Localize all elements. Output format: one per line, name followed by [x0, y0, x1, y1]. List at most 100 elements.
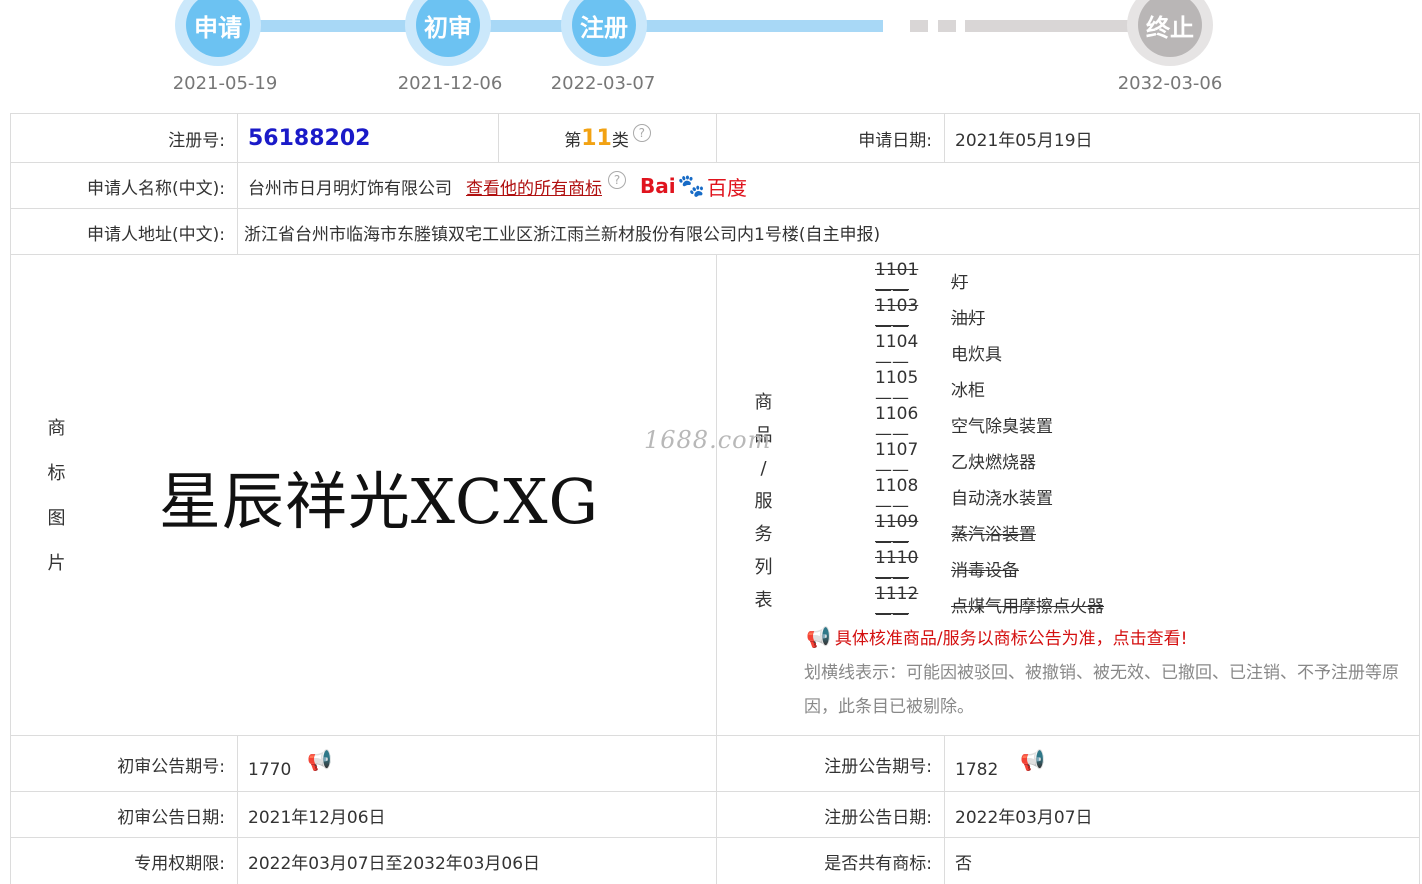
goods-code: 1104——: [875, 332, 919, 372]
prelim-date-value: 2021年12月06日: [237, 792, 716, 838]
image-label-char: 标: [47, 462, 66, 484]
megaphone-icon[interactable]: 📢: [307, 748, 332, 772]
timeline-node-label: 申请: [186, 0, 250, 57]
address-label: 申请人地址(中文):: [10, 209, 237, 255]
shared-value: 否: [944, 838, 1420, 884]
goods-code: 1103——: [875, 296, 919, 336]
list-item: 1106—— 空气除臭装置: [875, 404, 1104, 444]
strikethrough-legend: 划横线表示：可能因被驳回、被撤销、被无效、已撤回、已注销、不予注册等原因，此条目…: [804, 663, 1399, 717]
goods-name: 消毒设备: [951, 560, 1019, 581]
goods-name: 点煤气用摩擦点火器: [951, 596, 1104, 617]
prelim-no-label: 初审公告期号:: [10, 736, 237, 792]
shared-label: 是否共有商标:: [716, 838, 944, 884]
list-item: 1103—— 油灯: [875, 296, 1104, 336]
table-row: 申请人地址(中文): 浙江省台州市临海市东塍镇双宅工业区浙江雨兰新材股份有限公司…: [10, 208, 1420, 255]
prelim-date-label: 初审公告日期:: [10, 792, 237, 838]
table-row: 初审公告期号: 1770 📢 注册公告期号: 1782 📢: [10, 735, 1420, 792]
timeline-dash: [938, 20, 956, 32]
reg-no-value: 56188202: [248, 126, 371, 151]
goods-name: 蒸汽浴装置: [951, 524, 1036, 545]
table-row: 专用权期限: 2022年03月07日至2032年03月06日 是否共有商标: 否: [10, 837, 1420, 884]
goods-label-char: /: [760, 458, 767, 479]
class-number: 11: [581, 126, 612, 151]
goods-name: 乙炔燃烧器: [951, 452, 1036, 473]
goods-service-list: 1101—— 灯 1103—— 油灯 1104—— 电炊具 1105—— 冰柜 1106…: [875, 260, 1104, 624]
goods-name: 油灯: [951, 308, 985, 329]
verify-notice-text: 具体核准商品/服务以商标公告为准，点击查看!: [834, 629, 1188, 649]
goods-code: 1105——: [875, 368, 919, 408]
status-timeline: 申请 初审 注册 终止 2021-05-19 2021-12-06 2022-0…: [0, 0, 1422, 110]
list-item: 1105—— 冰柜: [875, 368, 1104, 408]
goods-code: 1110——: [875, 548, 919, 588]
goods-name: 冰柜: [951, 380, 985, 401]
goods-label-char: 务: [754, 524, 773, 545]
goods-code: 1109——: [875, 512, 919, 552]
reg-pub-no-cell: 1782 📢: [944, 736, 1420, 792]
image-label: 商 标 图 片: [10, 255, 102, 736]
goods-label-char: 商: [754, 392, 773, 413]
image-label-char: 片: [47, 552, 66, 574]
list-item: 1112—— 点煤气用摩擦点火器: [875, 584, 1104, 624]
list-item: 1101—— 灯: [875, 260, 1104, 300]
table-row: 申请人名称(中文): 台州市日月明灯饰有限公司 查看他的所有商标 ? Bai 🐾…: [10, 162, 1420, 209]
timeline-node-label: 初审: [416, 0, 480, 57]
megaphone-icon[interactable]: 📢: [1020, 748, 1045, 772]
goods-name: 灯: [951, 272, 968, 293]
term-label: 专用权期限:: [10, 838, 237, 884]
reg-no-cell: 56188202: [237, 114, 498, 163]
timeline-progress-bar: [215, 20, 883, 32]
table-row: 初审公告日期: 2021年12月06日 注册公告日期: 2022年03月07日: [10, 791, 1420, 838]
goods-name: 自动浇水装置: [951, 488, 1053, 509]
timeline-node-register: 注册: [561, 0, 647, 66]
reg-pub-date-label: 注册公告日期:: [716, 792, 944, 838]
baidu-text-du: 百度: [707, 175, 748, 200]
timeline-node-label: 终止: [1138, 0, 1202, 57]
list-item: 1109—— 蒸汽浴装置: [875, 512, 1104, 552]
reg-pub-no-value: 1782: [955, 760, 999, 780]
prelim-no-value: 1770: [248, 760, 292, 780]
list-item: 1104—— 电炊具: [875, 332, 1104, 372]
goods-code: 1108——: [875, 476, 919, 516]
goods-label-char: 服: [754, 491, 773, 512]
timeline-node-expire: 终止: [1127, 0, 1213, 66]
class-cell: 第 11 类 ?: [498, 114, 716, 163]
list-item: 1108—— 自动浇水装置: [875, 476, 1104, 516]
applicant-name: 台州市日月明灯饰有限公司: [248, 178, 452, 199]
goods-name: 电炊具: [951, 344, 1002, 365]
baidu-text-bai: Bai: [640, 174, 676, 198]
verify-notice-link[interactable]: 📢 具体核准商品/服务以商标公告为准，点击查看!: [806, 624, 1188, 650]
list-item: 1107—— 乙炔燃烧器: [875, 440, 1104, 480]
class-prefix: 第: [564, 131, 582, 151]
timeline-dash: [910, 20, 928, 32]
list-item: 1110—— 消毒设备: [875, 548, 1104, 588]
goods-label-char: 列: [754, 557, 773, 578]
goods-code: 1101——: [875, 260, 919, 300]
trademark-text: 星辰祥光XCXG: [158, 464, 600, 538]
goods-label: 商 品 / 服 务 列 表: [716, 255, 810, 736]
prelim-no-cell: 1770 📢: [237, 736, 716, 792]
baidu-search-logo[interactable]: Bai 🐾 百度: [640, 172, 747, 201]
help-icon[interactable]: ?: [608, 171, 626, 189]
apply-date-label: 申请日期:: [716, 114, 944, 163]
image-label-char: 图: [47, 507, 66, 529]
megaphone-icon: 📢: [806, 624, 831, 649]
goods-name: 空气除臭装置: [951, 416, 1053, 437]
applicant-label: 申请人名称(中文):: [10, 163, 237, 209]
timeline-date: 2032-03-06: [1117, 73, 1223, 94]
timeline-node-prelim: 初审: [405, 0, 491, 66]
class-suffix: 类: [611, 131, 629, 151]
image-label-char: 商: [47, 417, 66, 439]
address-value: 浙江省台州市临海市东塍镇双宅工业区浙江雨兰新材股份有限公司内1号楼(自主申报): [237, 209, 1420, 255]
reg-no-label: 注册号:: [10, 114, 237, 163]
watermark: 1688.com: [644, 426, 772, 454]
trademark-image: 星辰祥光XCXG: [102, 255, 716, 736]
goods-label-char: 表: [754, 590, 773, 611]
help-icon[interactable]: ?: [632, 123, 651, 142]
all-trademarks-link[interactable]: 查看他的所有商标: [466, 174, 602, 199]
goods-code: 1106——: [875, 404, 919, 444]
timeline-node-label: 注册: [572, 0, 636, 57]
applicant-cell: 台州市日月明灯饰有限公司 查看他的所有商标 ? Bai 🐾 百度: [237, 163, 1420, 209]
apply-date-value: 2021年05月19日: [944, 114, 1420, 163]
reg-pub-date-value: 2022年03月07日: [944, 792, 1420, 838]
timeline-date: 2022-03-07: [550, 73, 656, 94]
